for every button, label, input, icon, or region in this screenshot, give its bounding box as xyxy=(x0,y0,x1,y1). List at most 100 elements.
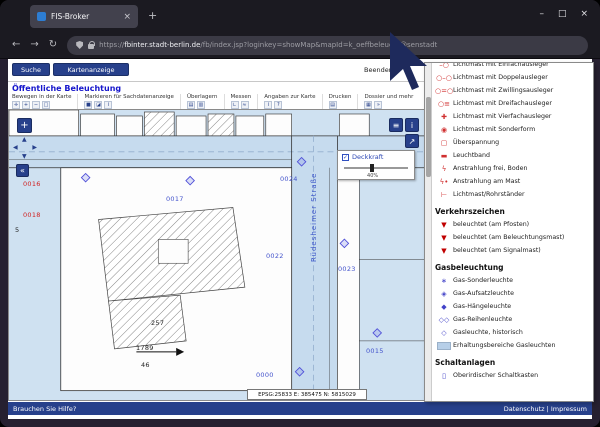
full-extent-tool-icon[interactable]: □ xyxy=(42,101,50,109)
slider-thumb[interactable] xyxy=(370,164,374,172)
measure-area-tool-icon[interactable]: ≈ xyxy=(241,101,249,109)
toolgroup-measure: Messen ∟ ≈ xyxy=(224,94,258,109)
scrollbar-thumb[interactable] xyxy=(426,97,431,177)
kartenanzeige-button[interactable]: Kartenanzeige xyxy=(53,63,129,76)
cursor-arrow-icon xyxy=(388,30,434,92)
legend-symbol-icon: ○=○ xyxy=(435,87,453,95)
more-tool-icon[interactable]: » xyxy=(374,101,382,109)
help-link[interactable]: Brauchen Sie Hilfe? xyxy=(13,405,76,413)
parcel-label: 0000 xyxy=(256,371,274,379)
map-info-tool-icon[interactable]: i xyxy=(264,101,272,109)
map-help-tool-icon[interactable]: ? xyxy=(274,101,282,109)
toolgroup-print: Drucken ▤ xyxy=(322,94,358,109)
street-name-label: Rüdesheimer Straße xyxy=(310,150,318,262)
legend-item: ▼beleuchtet (am Beleuchtungsmast) xyxy=(435,231,591,244)
dossier-tool-icon[interactable]: ▦ xyxy=(364,101,372,109)
pan-control[interactable]: ▲ ▼ ◀ ▶ xyxy=(13,136,37,160)
toolgroup-move: Bewegen in der Karte ✛ + − □ xyxy=(12,94,77,109)
window-minimize-icon[interactable]: – xyxy=(539,9,544,19)
legend-scrollbar[interactable] xyxy=(425,63,432,401)
legend-symbol-icon: ⊢ xyxy=(435,191,453,199)
parcel-label: 0022 xyxy=(266,252,284,260)
suche-button[interactable]: Suche xyxy=(12,63,50,76)
browser-window: FIS-Broker × + – □ × ← → ↻ https://fbint… xyxy=(0,0,600,427)
legend-item: ▼beleuchtet (am Pfosten) xyxy=(435,218,591,231)
browser-navbar: ← → ↻ https://fbinter.stadt-berlin.de/fb… xyxy=(0,32,600,59)
browser-tab[interactable]: FIS-Broker × xyxy=(30,5,138,28)
parcel-label: 0024 xyxy=(280,175,298,183)
window-maximize-icon[interactable]: □ xyxy=(558,9,567,19)
reload-icon[interactable]: ↻ xyxy=(49,40,57,50)
page-statusbar: Brauchen Sie Hilfe? Datenschutz | Impres… xyxy=(8,402,592,415)
measure-length-tool-icon[interactable]: ∟ xyxy=(231,101,239,109)
house-number-label: 1789 xyxy=(136,344,154,352)
tab-close-icon[interactable]: × xyxy=(123,12,131,22)
legal-links[interactable]: Datenschutz | Impressum xyxy=(504,405,587,413)
opacity-checkbox[interactable]: ✓ xyxy=(342,154,349,161)
legend-symbol-icon: ○–○ xyxy=(435,74,453,82)
legend-panel: –○Lichtmast mit Einfachausleger ○–○Licht… xyxy=(424,62,594,402)
toolgroup-dossier: Dossier und mehr ▦ » xyxy=(357,94,419,109)
legend-item: ○–○Lichtmast mit Doppelausleger xyxy=(435,71,591,84)
legend-item: –○Lichtmast mit Einfachausleger xyxy=(435,63,591,71)
window-close-icon[interactable]: × xyxy=(580,9,588,19)
url-bar[interactable]: https://fbinter.stadt-berlin.de/fb/index… xyxy=(67,36,588,55)
pan-up-icon[interactable]: ▲ xyxy=(22,136,27,143)
print-tool-icon[interactable]: ▤ xyxy=(329,101,337,109)
overlay2-tool-icon[interactable]: ▥ xyxy=(197,101,205,109)
tab-favicon-icon xyxy=(37,12,46,21)
layers-icon[interactable]: ≡ xyxy=(389,118,403,132)
legend-item: ▬Leuchtband xyxy=(435,149,591,162)
legend-symbol-icon: ◆ xyxy=(435,303,453,311)
pan-tool-icon[interactable]: ✛ xyxy=(12,101,20,109)
pan-right-icon[interactable]: ▶ xyxy=(32,144,37,151)
parcel-label: 0016 xyxy=(23,180,41,188)
select-area-tool-icon[interactable]: ◪ xyxy=(94,101,102,109)
forward-icon[interactable]: → xyxy=(30,40,38,50)
back-icon[interactable]: ← xyxy=(12,40,20,50)
legend-symbol-icon: ◇◇ xyxy=(435,316,453,324)
legend-symbol-icon: –○ xyxy=(435,63,453,69)
zoom-in-button[interactable]: + xyxy=(17,118,32,133)
parcel-label: 5 xyxy=(15,226,19,234)
opacity-slider[interactable]: 40% xyxy=(344,164,408,180)
toolgroup-mapinfo: Angaben zur Karte i ? xyxy=(257,94,321,109)
legend-item: ▢Überspannung xyxy=(435,136,591,149)
legend-symbol-icon: ▯ xyxy=(435,372,453,380)
parcel-label: 0015 xyxy=(366,347,384,355)
new-tab-button[interactable]: + xyxy=(148,10,157,21)
zoom-out-tool-icon[interactable]: − xyxy=(32,101,40,109)
shield-icon[interactable] xyxy=(76,41,83,49)
select-point-tool-icon[interactable]: ■ xyxy=(84,101,92,109)
map-canvas[interactable]: 0016 0018 5 0017 0024 0022 0023 0015 000… xyxy=(8,109,428,401)
zoom-in-tool-icon[interactable]: + xyxy=(22,101,30,109)
coordinates-bar: EPSG:25833 E: 385475 N: 5815029 xyxy=(247,389,367,400)
legend-item: ◈Gas-Aufsatzleuchte xyxy=(435,287,591,300)
legend-symbol-icon: ◇ xyxy=(435,329,453,337)
legend-section-header: Verkehrszeichen xyxy=(435,207,591,216)
house-number-label: 257 xyxy=(151,319,164,327)
legend-symbol-icon: ▼ xyxy=(435,234,453,242)
legend-item: ∗Gas-Sonderleuchte xyxy=(435,274,591,287)
legend-item: ○≡Lichtmast mit Dreifachausleger xyxy=(435,97,591,110)
lock-icon[interactable] xyxy=(88,44,94,49)
collapse-panel-button[interactable]: « xyxy=(16,164,29,177)
pan-down-icon[interactable]: ▼ xyxy=(22,153,27,160)
legend-symbol-icon: ∗ xyxy=(435,277,453,285)
info-icon[interactable]: i xyxy=(405,118,419,132)
select-info-tool-icon[interactable]: i xyxy=(104,101,112,109)
house-number-label: 46 xyxy=(141,361,150,369)
parcel-label: 0018 xyxy=(23,211,41,219)
pan-left-icon[interactable]: ◀ xyxy=(13,144,18,151)
opacity-label: Deckkraft xyxy=(352,153,383,161)
legend-symbol-icon: ✚ xyxy=(435,113,453,121)
legend-item: ◉Lichtmast mit Sonderform xyxy=(435,123,591,136)
legend-swatch-icon xyxy=(435,342,453,350)
overlay-tool-icon[interactable]: ▤ xyxy=(187,101,195,109)
legend-item: ▯Oberirdischer Schaltkasten xyxy=(435,369,591,382)
legend-list: –○Lichtmast mit Einfachausleger ○–○Licht… xyxy=(435,63,591,401)
legend-item: ○=○Lichtmast mit Zwillingsausleger xyxy=(435,84,591,97)
slider-track[interactable] xyxy=(344,167,408,169)
legend-item: ⊢Lichtmast/Rohrständer xyxy=(435,188,591,201)
expand-icon[interactable]: ↗ xyxy=(405,134,419,148)
